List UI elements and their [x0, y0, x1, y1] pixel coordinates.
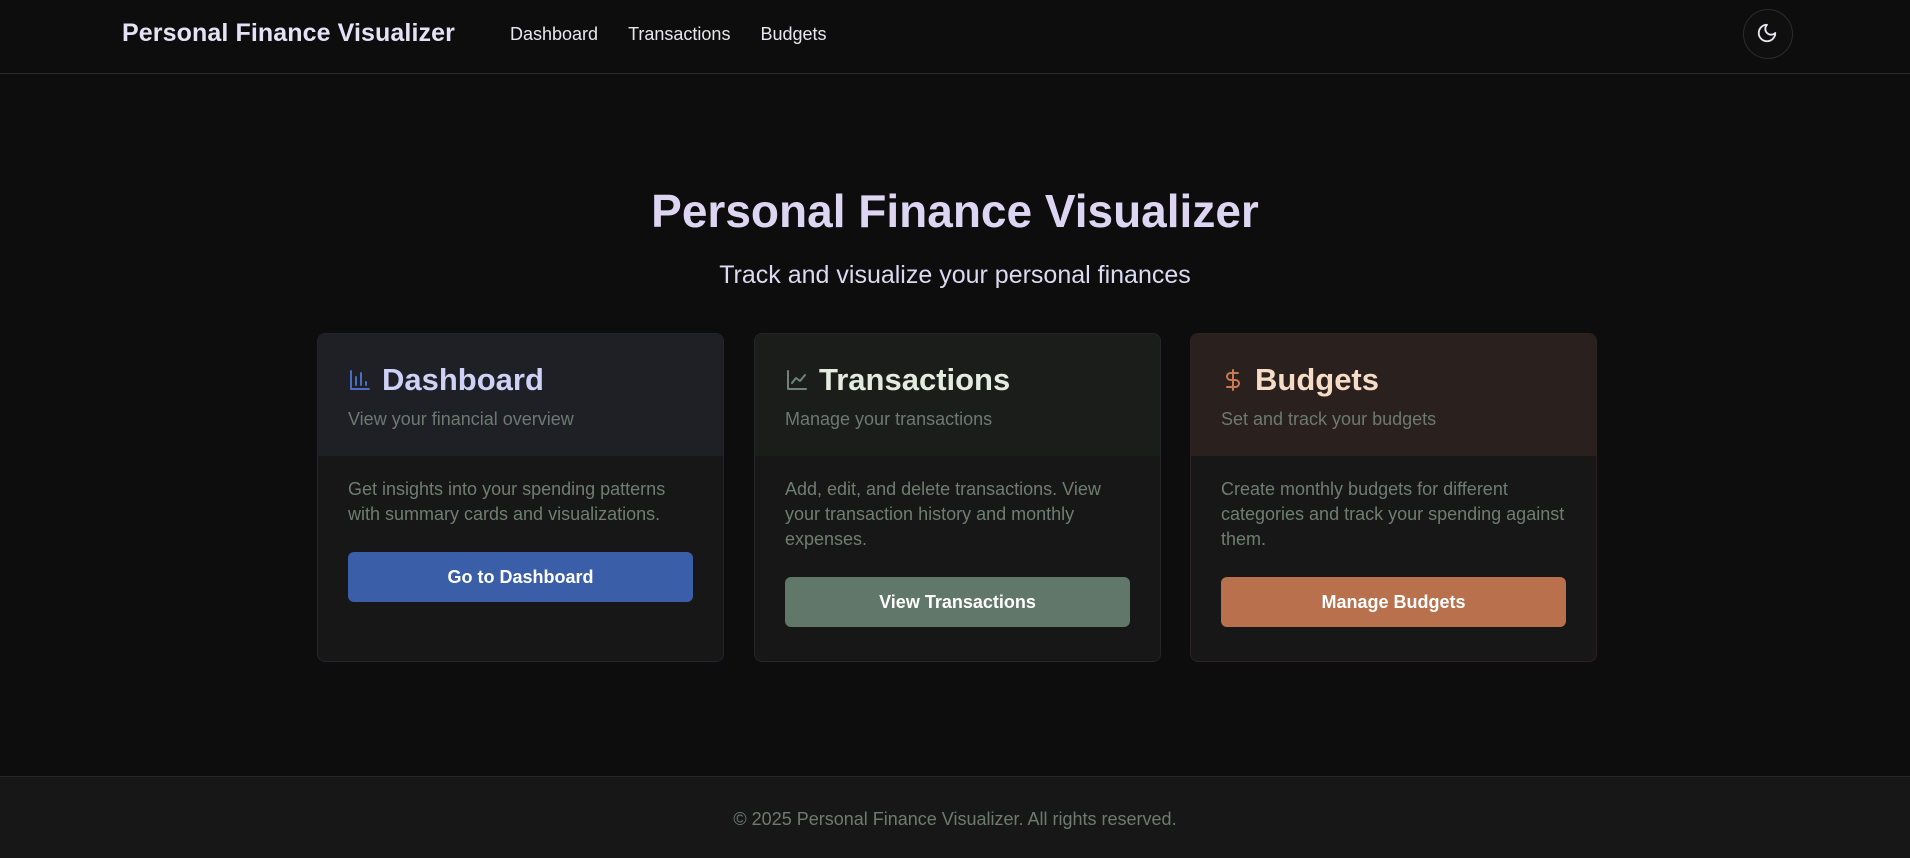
card-title: Transactions	[819, 362, 1011, 397]
main-nav: Dashboard Transactions Budgets	[510, 22, 827, 46]
nav-link-transactions[interactable]: Transactions	[628, 22, 730, 46]
card-body: Create monthly budgets for different cat…	[1191, 456, 1596, 627]
view-transactions-button[interactable]: View Transactions	[785, 577, 1130, 627]
card-subtitle: View your financial overview	[348, 409, 574, 429]
card-body: Add, edit, and delete transactions. View…	[755, 456, 1160, 627]
top-navbar: Personal Finance Visualizer Dashboard Tr…	[0, 0, 1910, 74]
card-header: Dashboard View your financial overview	[318, 334, 723, 456]
card-description: Get insights into your spending patterns…	[348, 479, 666, 524]
nav-link-budgets[interactable]: Budgets	[760, 22, 826, 46]
card-title: Budgets	[1255, 362, 1379, 397]
transactions-card: Transactions Manage your transactions Ad…	[754, 333, 1161, 662]
theme-toggle-button[interactable]	[1743, 9, 1793, 59]
card-title: Dashboard	[382, 362, 544, 397]
footer: © 2025 Personal Finance Visualizer. All …	[0, 776, 1910, 858]
budgets-card: Budgets Set and track your budgets Creat…	[1190, 333, 1597, 662]
manage-budgets-button[interactable]: Manage Budgets	[1221, 577, 1566, 627]
brand-logo-text[interactable]: Personal Finance Visualizer	[122, 18, 455, 48]
hero-title: Personal Finance Visualizer	[651, 185, 1259, 237]
moon-icon	[1756, 22, 1780, 46]
line-chart-icon	[785, 368, 809, 392]
card-body: Get insights into your spending patterns…	[318, 456, 723, 602]
go-to-dashboard-button[interactable]: Go to Dashboard	[348, 552, 693, 602]
card-header: Budgets Set and track your budgets	[1191, 334, 1596, 456]
card-subtitle: Set and track your budgets	[1221, 409, 1437, 429]
card-description: Create monthly budgets for different cat…	[1221, 479, 1565, 549]
bar-chart-icon	[348, 368, 372, 392]
nav-link-dashboard[interactable]: Dashboard	[510, 22, 598, 46]
dashboard-card: Dashboard View your financial overview G…	[317, 333, 724, 662]
hero-subtitle: Track and visualize your personal financ…	[719, 261, 1191, 289]
dollar-icon	[1221, 368, 1245, 392]
footer-copyright: © 2025 Personal Finance Visualizer. All …	[733, 809, 1177, 829]
card-description: Add, edit, and delete transactions. View…	[785, 479, 1101, 549]
card-header: Transactions Manage your transactions	[755, 334, 1160, 456]
page: Personal Finance Visualizer Dashboard Tr…	[0, 0, 1910, 858]
card-subtitle: Manage your transactions	[785, 409, 993, 429]
